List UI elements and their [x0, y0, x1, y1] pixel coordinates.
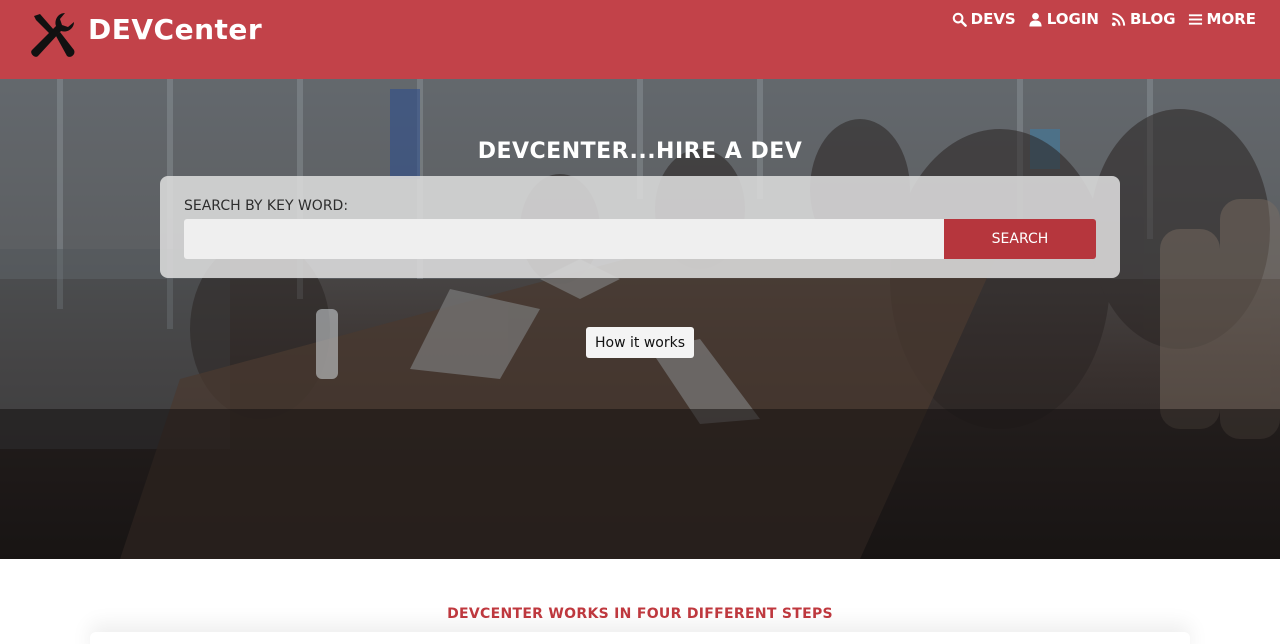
- menu-icon: [1188, 13, 1202, 25]
- search-panel: SEARCH BY KEY WORD: SEARCH: [160, 176, 1120, 278]
- nav-more[interactable]: MORE: [1188, 8, 1256, 30]
- search-icon: [952, 12, 967, 27]
- search-input[interactable]: [184, 219, 944, 259]
- nav-blog[interactable]: BLOG: [1111, 8, 1176, 30]
- nav-blog-label: BLOG: [1129, 10, 1176, 28]
- rss-icon: [1111, 12, 1126, 26]
- nav-login-label: LOGIN: [1046, 10, 1099, 28]
- search-button[interactable]: SEARCH: [944, 219, 1096, 259]
- user-icon: [1029, 12, 1042, 27]
- brand-name[interactable]: DEVCenter: [88, 10, 262, 50]
- steps-card: [90, 632, 1190, 644]
- hero-title: DEVCENTER...HIRE A DEV: [477, 139, 803, 164]
- search-label: SEARCH BY KEY WORD:: [184, 198, 349, 214]
- how-it-works-button[interactable]: How it works: [586, 327, 694, 358]
- tools-logo-icon[interactable]: [26, 10, 78, 62]
- site-header: DEVCenter DEVS LOGIN BLOG MORE: [0, 0, 1280, 79]
- hero-section: DEVCENTER...HIRE A DEV SEARCH BY KEY WOR…: [0, 79, 1280, 559]
- main-nav: DEVS LOGIN BLOG MORE: [952, 8, 1256, 30]
- nav-login[interactable]: LOGIN: [1028, 8, 1099, 30]
- nav-devs-label: DEVS: [970, 10, 1016, 28]
- nav-more-label: MORE: [1206, 10, 1256, 28]
- nav-devs[interactable]: DEVS: [952, 8, 1016, 30]
- steps-section-title: DEVCENTER WORKS IN FOUR DIFFERENT STEPS: [447, 606, 833, 622]
